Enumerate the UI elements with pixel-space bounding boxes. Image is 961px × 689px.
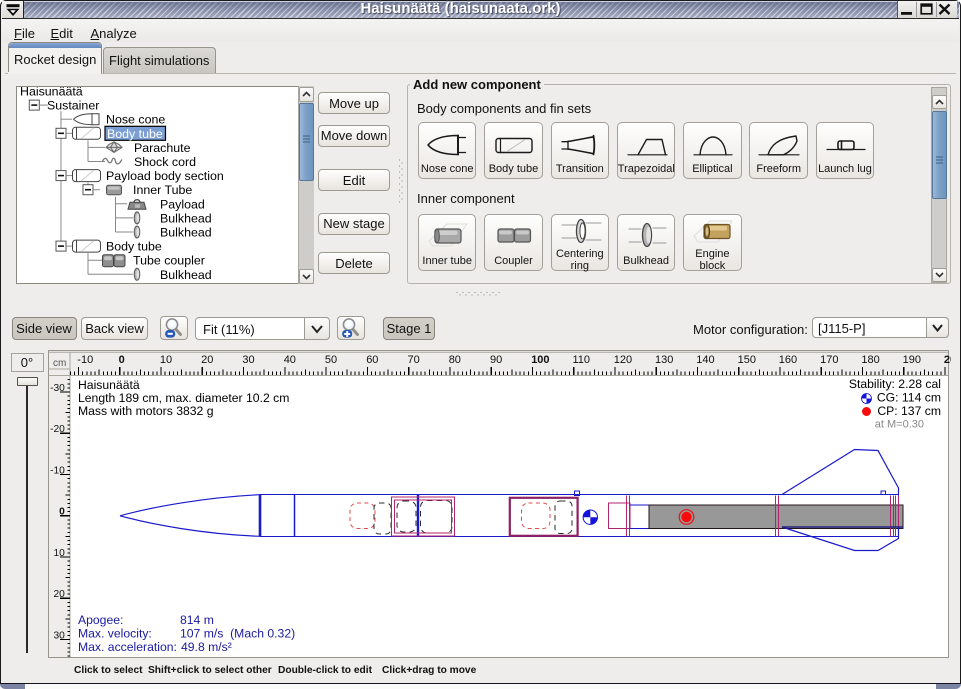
svg-text:Nose cone: Nose cone xyxy=(106,113,165,127)
svg-text:Parachute: Parachute xyxy=(134,141,191,155)
svg-text:20: 20 xyxy=(201,354,213,366)
svg-text:Bulkhead: Bulkhead xyxy=(160,268,212,282)
svg-text:200: 200 xyxy=(944,354,951,366)
svg-text:-30: -30 xyxy=(50,383,65,394)
svg-text:Max. acceleration:: Max. acceleration: xyxy=(78,640,177,654)
svg-text:10: 10 xyxy=(53,548,65,559)
svg-text:Payload body section: Payload body section xyxy=(106,169,224,183)
svg-text:Payload: Payload xyxy=(160,197,205,211)
svg-text:170: 170 xyxy=(820,354,838,366)
svg-text:140: 140 xyxy=(696,354,714,366)
svg-text:160: 160 xyxy=(779,354,797,366)
svg-text:180: 180 xyxy=(861,354,879,366)
svg-text:Bulkhead: Bulkhead xyxy=(160,211,212,225)
svg-text:49.8 m/s²: 49.8 m/s² xyxy=(181,640,232,654)
svg-text:Tube coupler: Tube coupler xyxy=(133,254,205,268)
svg-text:80: 80 xyxy=(449,354,461,366)
svg-text:120: 120 xyxy=(614,354,632,366)
svg-text:10: 10 xyxy=(160,354,172,366)
svg-text:-10: -10 xyxy=(50,465,65,476)
svg-text:Sustainer: Sustainer xyxy=(47,99,99,113)
svg-text:100: 100 xyxy=(531,354,549,366)
svg-text:Length 189 cm, max. diameter 1: Length 189 cm, max. diameter 10.2 cm xyxy=(78,391,289,405)
svg-text:Mass with motors 3832 g: Mass with motors 3832 g xyxy=(78,404,213,418)
svg-text:30: 30 xyxy=(242,354,254,366)
svg-text:0: 0 xyxy=(59,507,65,518)
svg-text:Body tube: Body tube xyxy=(106,240,162,254)
svg-text:50: 50 xyxy=(325,354,337,366)
svg-text:Shock cord: Shock cord xyxy=(134,155,196,169)
svg-text:130: 130 xyxy=(655,354,673,366)
svg-text:at M=0.30: at M=0.30 xyxy=(875,419,924,431)
svg-text:CG: 114 cm: CG: 114 cm xyxy=(877,391,941,405)
svg-text:190: 190 xyxy=(903,354,921,366)
svg-text:Haisunäätä: Haisunäätä xyxy=(20,87,83,99)
svg-text:60: 60 xyxy=(366,354,378,366)
svg-text:Body tube: Body tube xyxy=(107,127,163,141)
svg-text:30: 30 xyxy=(53,630,65,641)
svg-text:70: 70 xyxy=(408,354,420,366)
svg-text:Apogee:: Apogee: xyxy=(78,613,123,627)
svg-text:CP: 137 cm: CP: 137 cm xyxy=(877,404,941,418)
svg-text:Haisunäätä: Haisunäätä xyxy=(78,378,140,392)
svg-text:-10: -10 xyxy=(77,354,93,366)
svg-text:814 m: 814 m xyxy=(180,613,214,627)
svg-text:40: 40 xyxy=(284,354,296,366)
svg-text:20: 20 xyxy=(53,589,65,600)
svg-text:cm: cm xyxy=(53,358,66,369)
svg-text:90: 90 xyxy=(490,354,502,366)
svg-text:0: 0 xyxy=(119,354,125,366)
svg-text:Max. velocity:: Max. velocity: xyxy=(78,627,152,641)
svg-text:107 m/s (Mach 0.32): 107 m/s (Mach 0.32) xyxy=(180,627,295,641)
svg-text:150: 150 xyxy=(738,354,756,366)
svg-text:Inner Tube: Inner Tube xyxy=(133,183,192,197)
svg-text:-20: -20 xyxy=(50,424,65,435)
svg-text:Stability: 2.28 cal: Stability: 2.28 cal xyxy=(849,377,941,391)
svg-text:110: 110 xyxy=(573,354,591,366)
svg-text:Bulkhead: Bulkhead xyxy=(160,226,212,240)
